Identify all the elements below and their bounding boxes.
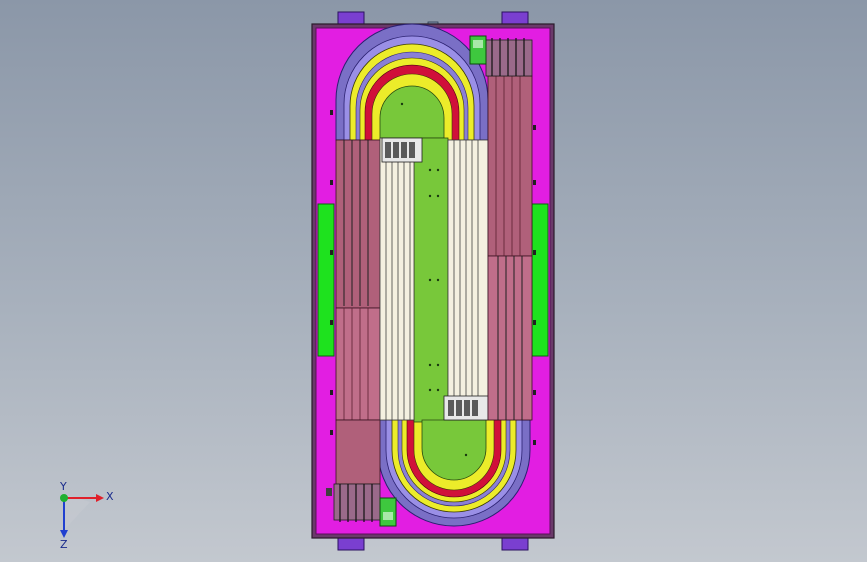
conveyor-model[interactable] [0, 0, 867, 562]
cad-viewport[interactable]: X Y Z [0, 0, 867, 562]
z-axis-label: Z [60, 538, 68, 550]
x-axis-label: X [106, 490, 114, 503]
coordinate-triad-icon: X Y Z [59, 480, 114, 550]
left-straight-rails [335, 139, 381, 485]
right-straight-rails [487, 75, 533, 421]
y-axis-label: Y [59, 480, 67, 493]
